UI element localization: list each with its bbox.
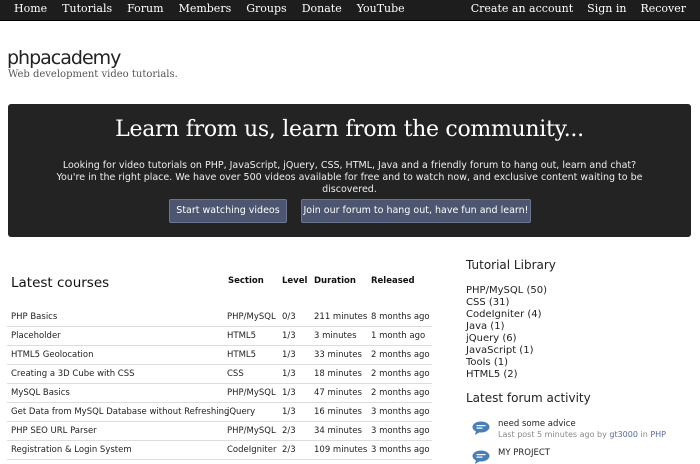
course-duration: 34 minutes: [314, 426, 362, 436]
table-row[interactable]: PHP SEO URL Parser PHP/MySQL 2/3 34 minu…: [7, 422, 432, 441]
site-tagline: Web development video tutorials.: [8, 69, 178, 80]
course-section: PHP/MySQL: [227, 426, 276, 436]
tutorial-library-heading: Tutorial Library: [466, 258, 556, 272]
course-title[interactable]: Get Data from MySQL Database without Ref…: [11, 407, 229, 417]
latest-courses-heading: Latest courses: [11, 275, 110, 291]
course-duration: 16 minutes: [314, 407, 362, 417]
course-duration: 18 minutes: [314, 369, 362, 379]
column-header-level: Level: [282, 276, 308, 286]
nav-members[interactable]: Members: [179, 0, 232, 20]
course-released: 2 months ago: [371, 369, 430, 379]
column-header-section: Section: [228, 276, 264, 286]
course-title[interactable]: Registration & Login System: [11, 445, 132, 455]
nav-right-group: Create an account Sign in Recover: [471, 0, 700, 20]
table-row[interactable]: Get Data from MySQL Database without Ref…: [7, 403, 432, 422]
nav-sign-in[interactable]: Sign in: [587, 0, 626, 20]
forum-post-topic[interactable]: need some advice: [498, 419, 576, 429]
course-duration: 211 minutes: [314, 312, 368, 322]
forum-post-meta: Last post 5 minutes ago by gt3000 in PHP: [498, 430, 666, 439]
nav-groups[interactable]: Groups: [246, 0, 286, 20]
table-row[interactable]: Creating a 3D Cube with CSS CSS 1/3 18 m…: [7, 365, 432, 384]
library-item-jquery[interactable]: jQuery (6): [466, 333, 666, 345]
forum-post-section[interactable]: PHP: [650, 430, 666, 439]
course-title[interactable]: PHP SEO URL Parser: [11, 426, 97, 436]
course-title[interactable]: Placeholder: [11, 331, 61, 341]
course-title[interactable]: PHP Basics: [11, 312, 57, 322]
course-released: 3 months ago: [371, 426, 430, 436]
nav-create-account[interactable]: Create an account: [471, 0, 573, 20]
course-title[interactable]: HTML5 Geolocation: [11, 350, 94, 360]
course-level: 0/3: [282, 312, 296, 322]
course-section: HTML5: [227, 350, 257, 360]
library-item-css[interactable]: CSS (31): [466, 297, 666, 309]
nav-home[interactable]: Home: [14, 0, 47, 20]
course-released: 3 months ago: [371, 445, 430, 455]
course-level: 2/3: [282, 426, 296, 436]
nav-youtube[interactable]: YouTube: [357, 0, 405, 20]
forum-post-user[interactable]: gt3000: [609, 430, 638, 439]
hero-description: Looking for video tutorials on PHP, Java…: [56, 160, 643, 195]
table-row[interactable]: HTML5 Geolocation HTML5 1/3 33 minutes 2…: [7, 346, 432, 365]
course-level: 2/3: [282, 445, 296, 455]
course-duration: 47 minutes: [314, 388, 362, 398]
course-title[interactable]: MySQL Basics: [11, 388, 70, 398]
forum-post-time: Last post 5 minutes ago by: [498, 430, 607, 439]
course-level: 1/3: [282, 407, 296, 417]
course-section: CSS: [227, 369, 244, 379]
course-released: 8 months ago: [371, 312, 430, 322]
course-title[interactable]: Creating a 3D Cube with CSS: [11, 369, 135, 379]
forum-post[interactable]: MY PROJECT: [472, 448, 692, 464]
course-section: jQuery: [227, 407, 256, 417]
course-level: 1/3: [282, 350, 296, 360]
course-released: 2 months ago: [371, 350, 430, 360]
course-released: 1 month ago: [371, 331, 426, 341]
table-row[interactable]: MySQL Basics PHP/MySQL 1/3 47 minutes 2 …: [7, 384, 432, 403]
course-level: 1/3: [282, 369, 296, 379]
library-item-php-mysql[interactable]: PHP/MySQL (50): [466, 285, 666, 297]
top-navigation-bar: Home Tutorials Forum Members Groups Dona…: [0, 0, 700, 21]
course-released: 3 months ago: [371, 407, 430, 417]
column-header-duration: Duration: [314, 276, 356, 286]
nav-donate[interactable]: Donate: [302, 0, 342, 20]
course-section: PHP/MySQL: [227, 388, 276, 398]
site-logo[interactable]: phpacademy: [7, 47, 121, 69]
course-duration: 3 minutes: [314, 331, 357, 341]
hero-title: Learn from us, learn from the community.…: [115, 117, 584, 142]
forum-post[interactable]: need some advice Last post 5 minutes ago…: [472, 419, 692, 443]
column-header-released: Released: [371, 276, 415, 286]
course-released: 2 months ago: [371, 388, 430, 398]
table-row[interactable]: PHP Basics PHP/MySQL 0/3 211 minutes 8 m…: [7, 308, 432, 327]
course-level: 1/3: [282, 388, 296, 398]
nav-left-group: Home Tutorials Forum Members Groups Dona…: [0, 0, 405, 20]
nav-tutorials[interactable]: Tutorials: [62, 0, 112, 20]
course-level: 1/3: [282, 331, 296, 341]
speech-bubble-icon: [472, 450, 490, 464]
course-section: HTML5: [227, 331, 257, 341]
join-forum-button[interactable]: Join our forum to hang out, have fun and…: [301, 199, 531, 223]
nav-forum[interactable]: Forum: [127, 0, 163, 20]
forum-activity-heading: Latest forum activity: [466, 391, 591, 405]
forum-post-in: in: [640, 430, 648, 439]
courses-table: PHP Basics PHP/MySQL 0/3 211 minutes 8 m…: [7, 308, 432, 460]
course-section: PHP/MySQL: [227, 312, 276, 322]
library-item-tools[interactable]: Tools (1): [466, 357, 666, 369]
hero-banner: Learn from us, learn from the community.…: [8, 104, 691, 237]
library-item-javascript[interactable]: JavaScript (1): [466, 345, 666, 357]
library-item-java[interactable]: Java (1): [466, 321, 666, 333]
library-item-codeigniter[interactable]: CodeIgniter (4): [466, 309, 666, 321]
table-row[interactable]: Placeholder HTML5 1/3 3 minutes 1 month …: [7, 327, 432, 346]
tutorial-library-list: PHP/MySQL (50) CSS (31) CodeIgniter (4) …: [466, 285, 666, 381]
course-duration: 109 minutes: [314, 445, 368, 455]
library-item-html5[interactable]: HTML5 (2): [466, 369, 666, 381]
course-duration: 33 minutes: [314, 350, 362, 360]
course-section: CodeIgniter: [227, 445, 277, 455]
forum-post-topic[interactable]: MY PROJECT: [498, 448, 550, 458]
nav-recover[interactable]: Recover: [640, 0, 686, 20]
start-watching-button[interactable]: Start watching videos: [169, 199, 287, 223]
speech-bubble-icon: [472, 421, 490, 435]
table-row[interactable]: Registration & Login System CodeIgniter …: [7, 441, 432, 460]
